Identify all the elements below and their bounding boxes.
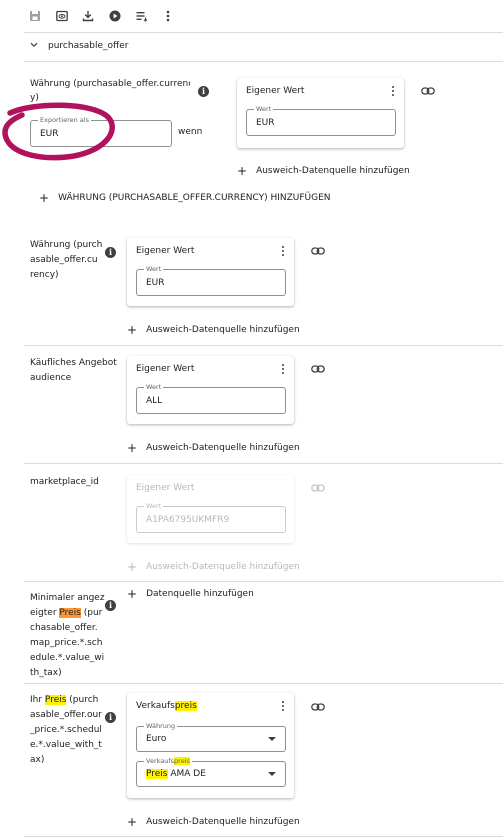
add-fallback-source-link[interactable]: + Ausweich-Datenquelle hinzufügen <box>127 815 300 829</box>
card-title: Eigener Wert <box>246 86 305 96</box>
field-label-currency: Währung (purchasable_offer.currenc <box>30 79 190 89</box>
save-icon[interactable] <box>28 9 42 23</box>
field-label-audience: Käufliches Angebot audience <box>30 358 117 383</box>
divider <box>24 61 503 62</box>
sales-price-dropdown-label: Verkaufspreis <box>144 757 192 765</box>
custom-value-card: Eigener Wert Wert EUR <box>237 78 404 148</box>
plus-icon: + <box>237 164 248 178</box>
value-field-label: Wert <box>144 383 164 391</box>
value-field[interactable]: Wert ALL <box>136 383 286 414</box>
plus-icon: + <box>127 815 138 829</box>
add-data-source-link[interactable]: + Datenquelle hinzufügen <box>127 587 254 601</box>
download-icon[interactable] <box>81 9 95 23</box>
add-currency-button[interactable]: + WÄHRUNG (PURCHASABLE_OFFER.CURRENCY) H… <box>39 191 331 205</box>
plus-icon: + <box>127 441 138 455</box>
more-vert-icon[interactable] <box>390 84 396 98</box>
custom-value-card: Eigener Wert Wert EUR <box>127 238 294 306</box>
card-title: Verkaufspreis <box>136 701 197 711</box>
info-icon[interactable]: i <box>105 247 116 258</box>
plus-icon: + <box>127 323 138 337</box>
custom-value-card: Eigener Wert Wert ALL <box>127 356 294 424</box>
value-field-label: Wert <box>144 502 164 510</box>
more-vert-icon[interactable] <box>280 362 286 376</box>
divider <box>24 345 503 346</box>
play-icon[interactable] <box>108 9 122 23</box>
value-field[interactable]: Wert EUR <box>136 265 286 296</box>
link-icon[interactable] <box>311 364 325 374</box>
plus-icon: + <box>127 587 138 601</box>
value-field-label: Wert <box>144 265 164 273</box>
more-vert-icon[interactable] <box>280 244 286 258</box>
info-icon[interactable]: i <box>105 600 116 611</box>
divider <box>24 581 503 582</box>
custom-value-card-disabled: Eigener Wert Wert A1PA6795UKMFR9 <box>127 475 294 543</box>
dropdown-arrow-icon <box>268 737 276 741</box>
currency-dropdown[interactable]: Währung Euro <box>136 722 286 752</box>
link-icon[interactable] <box>421 86 435 96</box>
wenn-label: wenn <box>178 127 203 137</box>
sales-price-dropdown-value: Preis AMA DE <box>146 769 206 779</box>
divider <box>24 683 503 684</box>
add-fallback-source-link[interactable]: + Ausweich-Datenquelle hinzufügen <box>237 164 410 178</box>
more-vert-icon[interactable] <box>161 9 175 23</box>
add-fallback-source-link[interactable]: + Ausweich-Datenquelle hinzufügen <box>127 441 300 455</box>
reorder-icon[interactable] <box>135 9 149 23</box>
value-field: Wert A1PA6795UKMFR9 <box>136 502 286 533</box>
value-field-value: A1PA6795UKMFR9 <box>146 515 230 525</box>
card-title: Eigener Wert <box>136 483 195 493</box>
plus-icon: + <box>39 191 50 205</box>
field-label-currency-2: Währung (purch asable_offer.cu rency) <box>30 240 103 280</box>
plus-icon: + <box>127 560 138 574</box>
link-icon[interactable] <box>311 246 325 256</box>
search-highlight: Preis <box>44 695 67 705</box>
divider <box>24 836 503 837</box>
add-fallback-source-link[interactable]: + Ausweich-Datenquelle hinzufügen <box>127 323 300 337</box>
chevron-down-icon[interactable] <box>30 41 38 51</box>
field-label-marketplace: marketplace_id <box>30 477 99 487</box>
add-fallback-source-link-disabled: + Ausweich-Datenquelle hinzufügen <box>127 560 300 574</box>
dropdown-arrow-icon <box>268 772 276 776</box>
info-icon[interactable]: i <box>198 86 209 97</box>
toolbar-divider <box>24 32 503 33</box>
divider <box>24 463 503 464</box>
value-field-value: ALL <box>146 396 163 406</box>
currency-dropdown-value: Euro <box>146 734 167 744</box>
field-label-your-price: Ihr Preis (purch asable_offer.our _price… <box>30 695 102 765</box>
section-title: purchasable_offer <box>48 41 129 51</box>
search-highlight: Preis <box>59 608 81 618</box>
field-label-min-price: Minimaler angez eigter Preis (pur chasab… <box>30 593 105 678</box>
preview-icon[interactable] <box>55 9 69 23</box>
sales-price-dropdown[interactable]: Verkaufspreis Preis AMA DE <box>136 757 286 787</box>
info-icon[interactable]: i <box>105 712 116 723</box>
annotation-circle <box>2 102 115 161</box>
card-title: Eigener Wert <box>136 364 195 374</box>
search-highlight: preis <box>174 701 197 711</box>
currency-dropdown-label: Währung <box>144 722 178 730</box>
toolbar <box>0 0 503 32</box>
link-icon[interactable] <box>311 702 325 712</box>
value-field-label: Wert <box>254 105 274 113</box>
link-icon <box>311 483 325 493</box>
sales-price-card: Verkaufspreis Währung Euro Verkaufspreis… <box>127 693 294 798</box>
value-field-value: EUR <box>256 118 275 128</box>
section-header[interactable]: purchasable_offer <box>24 38 503 56</box>
card-title: Eigener Wert <box>136 246 195 256</box>
value-field[interactable]: Wert EUR <box>246 105 396 136</box>
value-field-value: EUR <box>146 278 165 288</box>
more-vert-icon[interactable] <box>280 699 286 713</box>
